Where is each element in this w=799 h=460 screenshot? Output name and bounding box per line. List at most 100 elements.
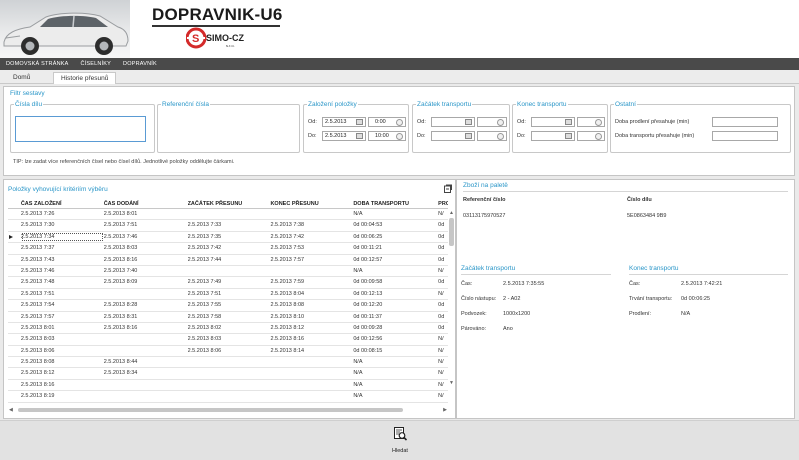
delay-detail-label: Prodlení: — [629, 311, 652, 317]
col-delay[interactable]: PRODL — [438, 200, 448, 208]
table-cell: 0d — [438, 233, 445, 240]
scroll-left-icon[interactable]: ◀ — [9, 407, 13, 413]
table-row[interactable]: 2.5.2013 8:01 2.5.2013 8:16 2.5.2013 8:02 2… — [8, 323, 448, 335]
table-row[interactable]: 2.5.2013 7:43 2.5.2013 8:16 2.5.2013 7:44 2… — [8, 255, 448, 266]
table-row[interactable]: 2.5.2013 7:57 2.5.2013 8:31 2.5.2013 7:58 2… — [8, 312, 448, 323]
table-cell: 2.5.2013 7:37 — [20, 245, 55, 252]
start-from-time[interactable] — [477, 117, 507, 127]
table-row[interactable]: 2.5.2013 7:54 2.5.2013 8:28 2.5.2013 7:55 2… — [8, 300, 448, 312]
col-transfer-start[interactable]: ZAČÁTEK PŘESUNU — [188, 200, 271, 208]
table-cell: 2.5.2013 7:30 — [20, 222, 55, 229]
table-cell: 0d 00:08:15 — [353, 347, 383, 354]
table-row[interactable]: 2.5.2013 7:37 2.5.2013 8:03 2.5.2013 7:42 2… — [8, 243, 448, 255]
table-row[interactable]: 2.5.2013 7:51 2.5.2013 7:51 2.5.2013 8:04 0… — [8, 289, 448, 301]
detail-panel: Zboží na paletě Referenční číslo Číslo d… — [456, 179, 795, 419]
created-from-time[interactable]: 0:00 — [368, 117, 406, 127]
table-cell: 0d — [438, 313, 445, 320]
tab-history[interactable]: Historie přesunů — [53, 72, 117, 84]
created-from-date[interactable]: 2.5.2013 — [322, 117, 366, 127]
table-row[interactable]: 2.5.2013 7:30 2.5.2013 7:51 2.5.2013 7:33 2… — [8, 220, 448, 232]
calendar-icon[interactable] — [356, 119, 363, 125]
calendar-icon[interactable] — [565, 133, 572, 139]
table-cell: 2.5.2013 7:42 — [187, 245, 222, 252]
table-cell — [188, 209, 271, 219]
parts-input[interactable] — [15, 116, 146, 142]
calendar-icon[interactable] — [465, 119, 472, 125]
ref-header: Referenční číslo — [463, 197, 506, 203]
table-cell: 0d 00:12:13 — [353, 290, 383, 297]
svg-text:S: S — [192, 33, 199, 45]
scroll-thumb[interactable] — [18, 408, 403, 412]
table-cell: 2.5.2013 7:53 — [270, 245, 305, 252]
tab-home[interactable]: Domů — [6, 72, 37, 84]
table-cell — [270, 380, 353, 390]
table-cell — [104, 380, 188, 390]
clock-icon[interactable] — [497, 133, 504, 140]
nav-home[interactable]: DOMOVSKÁ STRÁNKA — [0, 58, 75, 70]
transport-input[interactable] — [712, 131, 778, 141]
created-to-time[interactable]: 10:00 — [368, 131, 406, 141]
table-row[interactable]: 2.5.2013 8:03 2.5.2013 8:03 2.5.2013 8:16 0… — [8, 334, 448, 346]
table-cell: 2.5.2013 8:31 — [103, 313, 138, 320]
calendar-icon[interactable] — [356, 133, 363, 139]
nav-codebooks[interactable]: ČÍSELNÍKY — [75, 58, 118, 70]
table-row[interactable]: 2.5.2013 7:46 2.5.2013 7:40 N/A N/ — [8, 266, 448, 278]
delay-input[interactable] — [712, 117, 778, 127]
ref-value: 03113175970527 — [463, 213, 506, 219]
col-delivered[interactable]: ČAS DODÁNÍ — [104, 200, 188, 208]
pad-value: 1000x1200 — [503, 311, 531, 317]
table-cell: 2.5.2013 7:48 — [20, 279, 55, 286]
table-cell — [188, 357, 271, 367]
end-from-date[interactable] — [531, 117, 575, 127]
col-transfer-end[interactable]: KONEC PŘESUNU — [270, 200, 353, 208]
clock-icon[interactable] — [396, 133, 403, 140]
duration-value: 0d 00:06:25 — [681, 296, 711, 302]
calendar-icon[interactable] — [465, 133, 472, 139]
calendar-icon[interactable] — [565, 119, 572, 125]
table-row[interactable]: 2.5.2013 7:26 2.5.2013 8:01 N/A N/ — [8, 209, 448, 221]
start-from-date[interactable] — [431, 117, 475, 127]
table-row[interactable]: 2.5.2013 8:08 2.5.2013 8:44 N/A N/ — [8, 357, 448, 369]
col-created[interactable]: ČAS ZALOŽENÍ — [21, 200, 104, 208]
table-row[interactable]: 2.5.2013 7:34 2.5.2013 7:46 2.5.2013 7:35 2… — [8, 232, 448, 244]
table-cell: 2.5.2013 7:51 — [20, 290, 55, 297]
end-from-time[interactable] — [577, 117, 605, 127]
search-button[interactable]: Hledat — [386, 425, 414, 457]
results-grid: ČAS ZALOŽENÍ ČAS DODÁNÍ ZAČÁTEK PŘESUNU … — [8, 200, 448, 404]
start-to-time[interactable] — [477, 131, 507, 141]
vertical-scrollbar[interactable]: ▲ ▼ — [448, 210, 456, 386]
clock-icon[interactable] — [497, 119, 504, 126]
nav-conveyor[interactable]: DOPRAVNÍK — [117, 58, 163, 70]
car-image — [0, 0, 130, 58]
clock-icon[interactable] — [595, 133, 602, 140]
table-row[interactable]: 2.5.2013 8:06 2.5.2013 8:06 2.5.2013 8:14 0… — [8, 346, 448, 358]
table-cell: 2.5.2013 7:57 — [270, 256, 305, 263]
scroll-up-icon[interactable]: ▲ — [449, 210, 454, 216]
table-row[interactable]: 2.5.2013 7:48 2.5.2013 8:09 2.5.2013 7:49 2… — [8, 277, 448, 289]
scroll-thumb[interactable] — [449, 218, 454, 246]
table-cell: 0d 00:09:58 — [353, 279, 383, 286]
scroll-down-icon[interactable]: ▼ — [449, 380, 454, 386]
start-to-date[interactable] — [431, 131, 475, 141]
table-cell: 0d — [438, 256, 445, 263]
end-to-label: Do: — [517, 133, 526, 139]
end-to-time[interactable] — [577, 131, 605, 141]
clock-icon[interactable] — [595, 119, 602, 126]
table-cell: 2.5.2013 8:19 — [20, 393, 55, 400]
col-transport-time[interactable]: DOBA TRANSPORTU — [353, 200, 438, 208]
table-cell — [104, 391, 188, 401]
end-group: Konec transportu Od: Do: — [512, 101, 608, 153]
table-cell: 2.5.2013 7:59 — [270, 279, 305, 286]
table-row[interactable]: 2.5.2013 8:12 2.5.2013 8:34 N/A N/ — [8, 368, 448, 380]
table-row[interactable]: 2.5.2013 8:19 N/A N/ — [8, 391, 448, 403]
clock-icon[interactable] — [396, 119, 403, 126]
horizontal-scrollbar[interactable]: ◀ ▶ — [8, 406, 448, 414]
created-to-date[interactable]: 2.5.2013 — [322, 131, 366, 141]
table-row[interactable]: 2.5.2013 8:16 N/A N/ — [8, 380, 448, 392]
scroll-right-icon[interactable]: ▶ — [443, 407, 447, 413]
export-icon[interactable] — [444, 184, 452, 193]
table-cell: 2.5.2013 8:12 — [20, 370, 55, 377]
end-to-date[interactable] — [531, 131, 575, 141]
table-cell: 2.5.2013 8:03 — [103, 245, 138, 252]
refs-input[interactable] — [162, 116, 295, 142]
